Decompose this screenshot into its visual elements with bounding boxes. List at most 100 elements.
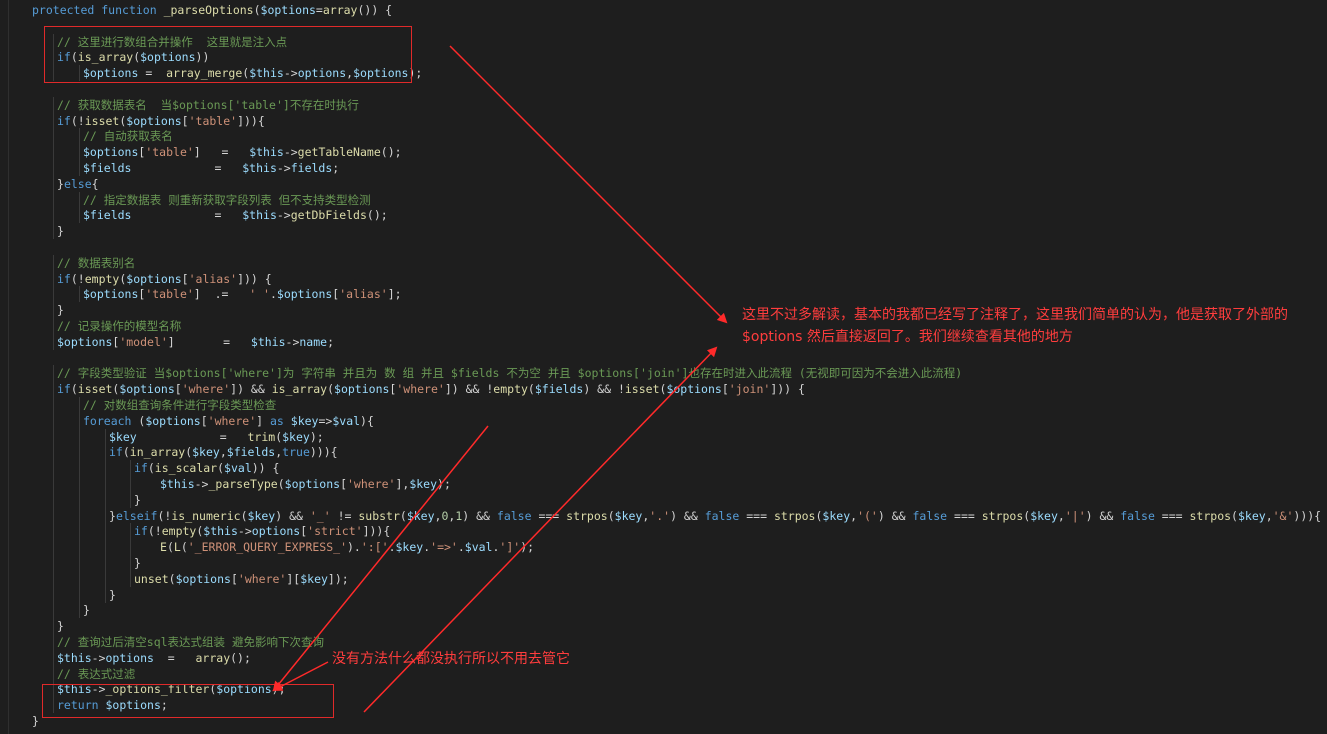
code-token: 'alias' (188, 271, 238, 286)
code-line: // 对数组查询条件进行字段类型检查 (83, 397, 276, 413)
code-line: } (57, 302, 64, 318)
code-token: [ (340, 477, 347, 491)
code-token: ){ (360, 413, 374, 428)
code-line: E(L('_ERROR_QUERY_EXPRESS_').':['.$key.'… (160, 539, 534, 555)
indent-guide (53, 618, 54, 635)
indent-guide (105, 460, 106, 477)
indent-guide (105, 523, 106, 540)
code-token: // 查询过后清空sql表达式组装 避免影响下次查询 (57, 635, 324, 649)
code-token: $this (250, 334, 286, 349)
code-token: if (57, 113, 71, 128)
code-line: } (83, 602, 90, 618)
indent-guide (79, 412, 80, 429)
code-token: (! (70, 113, 85, 128)
code-token: $this (249, 66, 284, 81)
code-token: if (57, 50, 71, 65)
code-token: $options (334, 382, 390, 397)
code-token: $options (666, 382, 722, 397)
code-token: $this (160, 477, 195, 491)
code-line: $fields = $this->fields; (83, 160, 339, 176)
code-editor[interactable]: protected function _parseOptions($option… (0, 0, 1327, 734)
code-token: return (57, 698, 99, 713)
code-token: ( (217, 461, 225, 476)
code-token: -> (283, 66, 298, 81)
code-line: // 自动获取表名 (83, 128, 173, 144)
code-token: ']' (499, 540, 521, 555)
code-token: // 这里进行数组合并操作 这里就是注入点 (57, 34, 288, 49)
indent-guide (53, 207, 54, 224)
code-token: // 获取数据表名 当$options['table']不存在时执行 (57, 97, 359, 112)
indent-guide (53, 223, 54, 240)
indent-guide (53, 191, 54, 208)
code-line: } (57, 223, 64, 239)
code-token: [ (181, 271, 189, 286)
code-token: $options (126, 113, 182, 128)
indent-guide (53, 697, 54, 714)
code-token: false (496, 508, 532, 523)
code-token: (); (380, 145, 402, 160)
code-token: _parseType (208, 477, 278, 491)
code-token: $key (282, 429, 310, 444)
code-token: unset (134, 571, 169, 586)
indent-guide (79, 539, 80, 556)
code-line: // 获取数据表名 当$options['table']不存在时执行 (57, 97, 359, 113)
code-token: ]) && ! (444, 382, 494, 397)
code-token: (! (70, 271, 85, 286)
code-token: $key (300, 571, 328, 586)
indent-guide (53, 428, 54, 445)
code-token: 'where' (347, 477, 396, 491)
code-token: . (388, 540, 396, 555)
annotation-filter-note: 没有方法什么都没执行所以不用去管它 (332, 651, 570, 667)
code-token: $val (224, 461, 252, 476)
code-token: $this (242, 208, 277, 223)
code-token: ( (277, 477, 285, 491)
code-token: $options (57, 334, 113, 349)
code-token: strpos (773, 508, 816, 523)
code-token: as (269, 413, 284, 428)
code-token: ; (160, 698, 168, 713)
indent-guide (79, 397, 80, 413)
code-line: $this->_parseType($options['where'],$key… (160, 476, 451, 492)
code-line: if(!empty($options['alias'])) { (57, 271, 272, 287)
code-line: } (134, 555, 141, 571)
code-token: // 对数组查询条件进行字段类型检查 (83, 398, 277, 412)
code-token: function (101, 3, 157, 17)
code-token: // 指定数据表 则重新获取字段列表 但不支持类型检测 (83, 192, 371, 207)
code-token: empty (161, 524, 197, 539)
code-token: $key (406, 508, 435, 523)
indent-guide (130, 523, 131, 540)
code-token: fields (290, 161, 333, 175)
code-token: ] = (167, 334, 251, 349)
indent-guide (53, 112, 54, 129)
code-token: ( (70, 382, 78, 397)
code-token: ); (271, 682, 286, 697)
code-token: ; (332, 161, 340, 175)
code-token: is_array (77, 50, 134, 65)
code-token: 'where' (207, 413, 257, 428)
code-line: // 这里进行数组合并操作 这里就是注入点 (57, 34, 287, 50)
code-line: $options['table'] = $this->getTableName(… (83, 144, 402, 160)
code-line: // 表达式过滤 (57, 666, 135, 682)
code-token: === (1154, 508, 1190, 523)
indent-guide (53, 365, 54, 382)
indent-guide (53, 507, 54, 524)
code-token: _parseOptions (163, 3, 254, 17)
code-token: ( (166, 540, 174, 555)
indent-guide (53, 491, 54, 508)
code-token: '.' (649, 508, 671, 523)
code-token: true (282, 445, 310, 460)
code-token: , (1057, 508, 1065, 523)
indent-guide (53, 444, 54, 461)
code-token: ) && (462, 508, 497, 523)
code-token: // 表达式过滤 (57, 666, 136, 681)
code-token: $val (332, 413, 361, 428)
code-token: options (251, 524, 301, 539)
code-token: . (269, 287, 277, 302)
code-line: } (134, 492, 141, 508)
code-token: L (173, 540, 181, 555)
code-token: '_' (309, 508, 331, 523)
code-token: -> (276, 161, 291, 175)
indent-guide (53, 286, 54, 303)
code-token: } (32, 714, 39, 728)
code-token: $options (83, 145, 139, 160)
